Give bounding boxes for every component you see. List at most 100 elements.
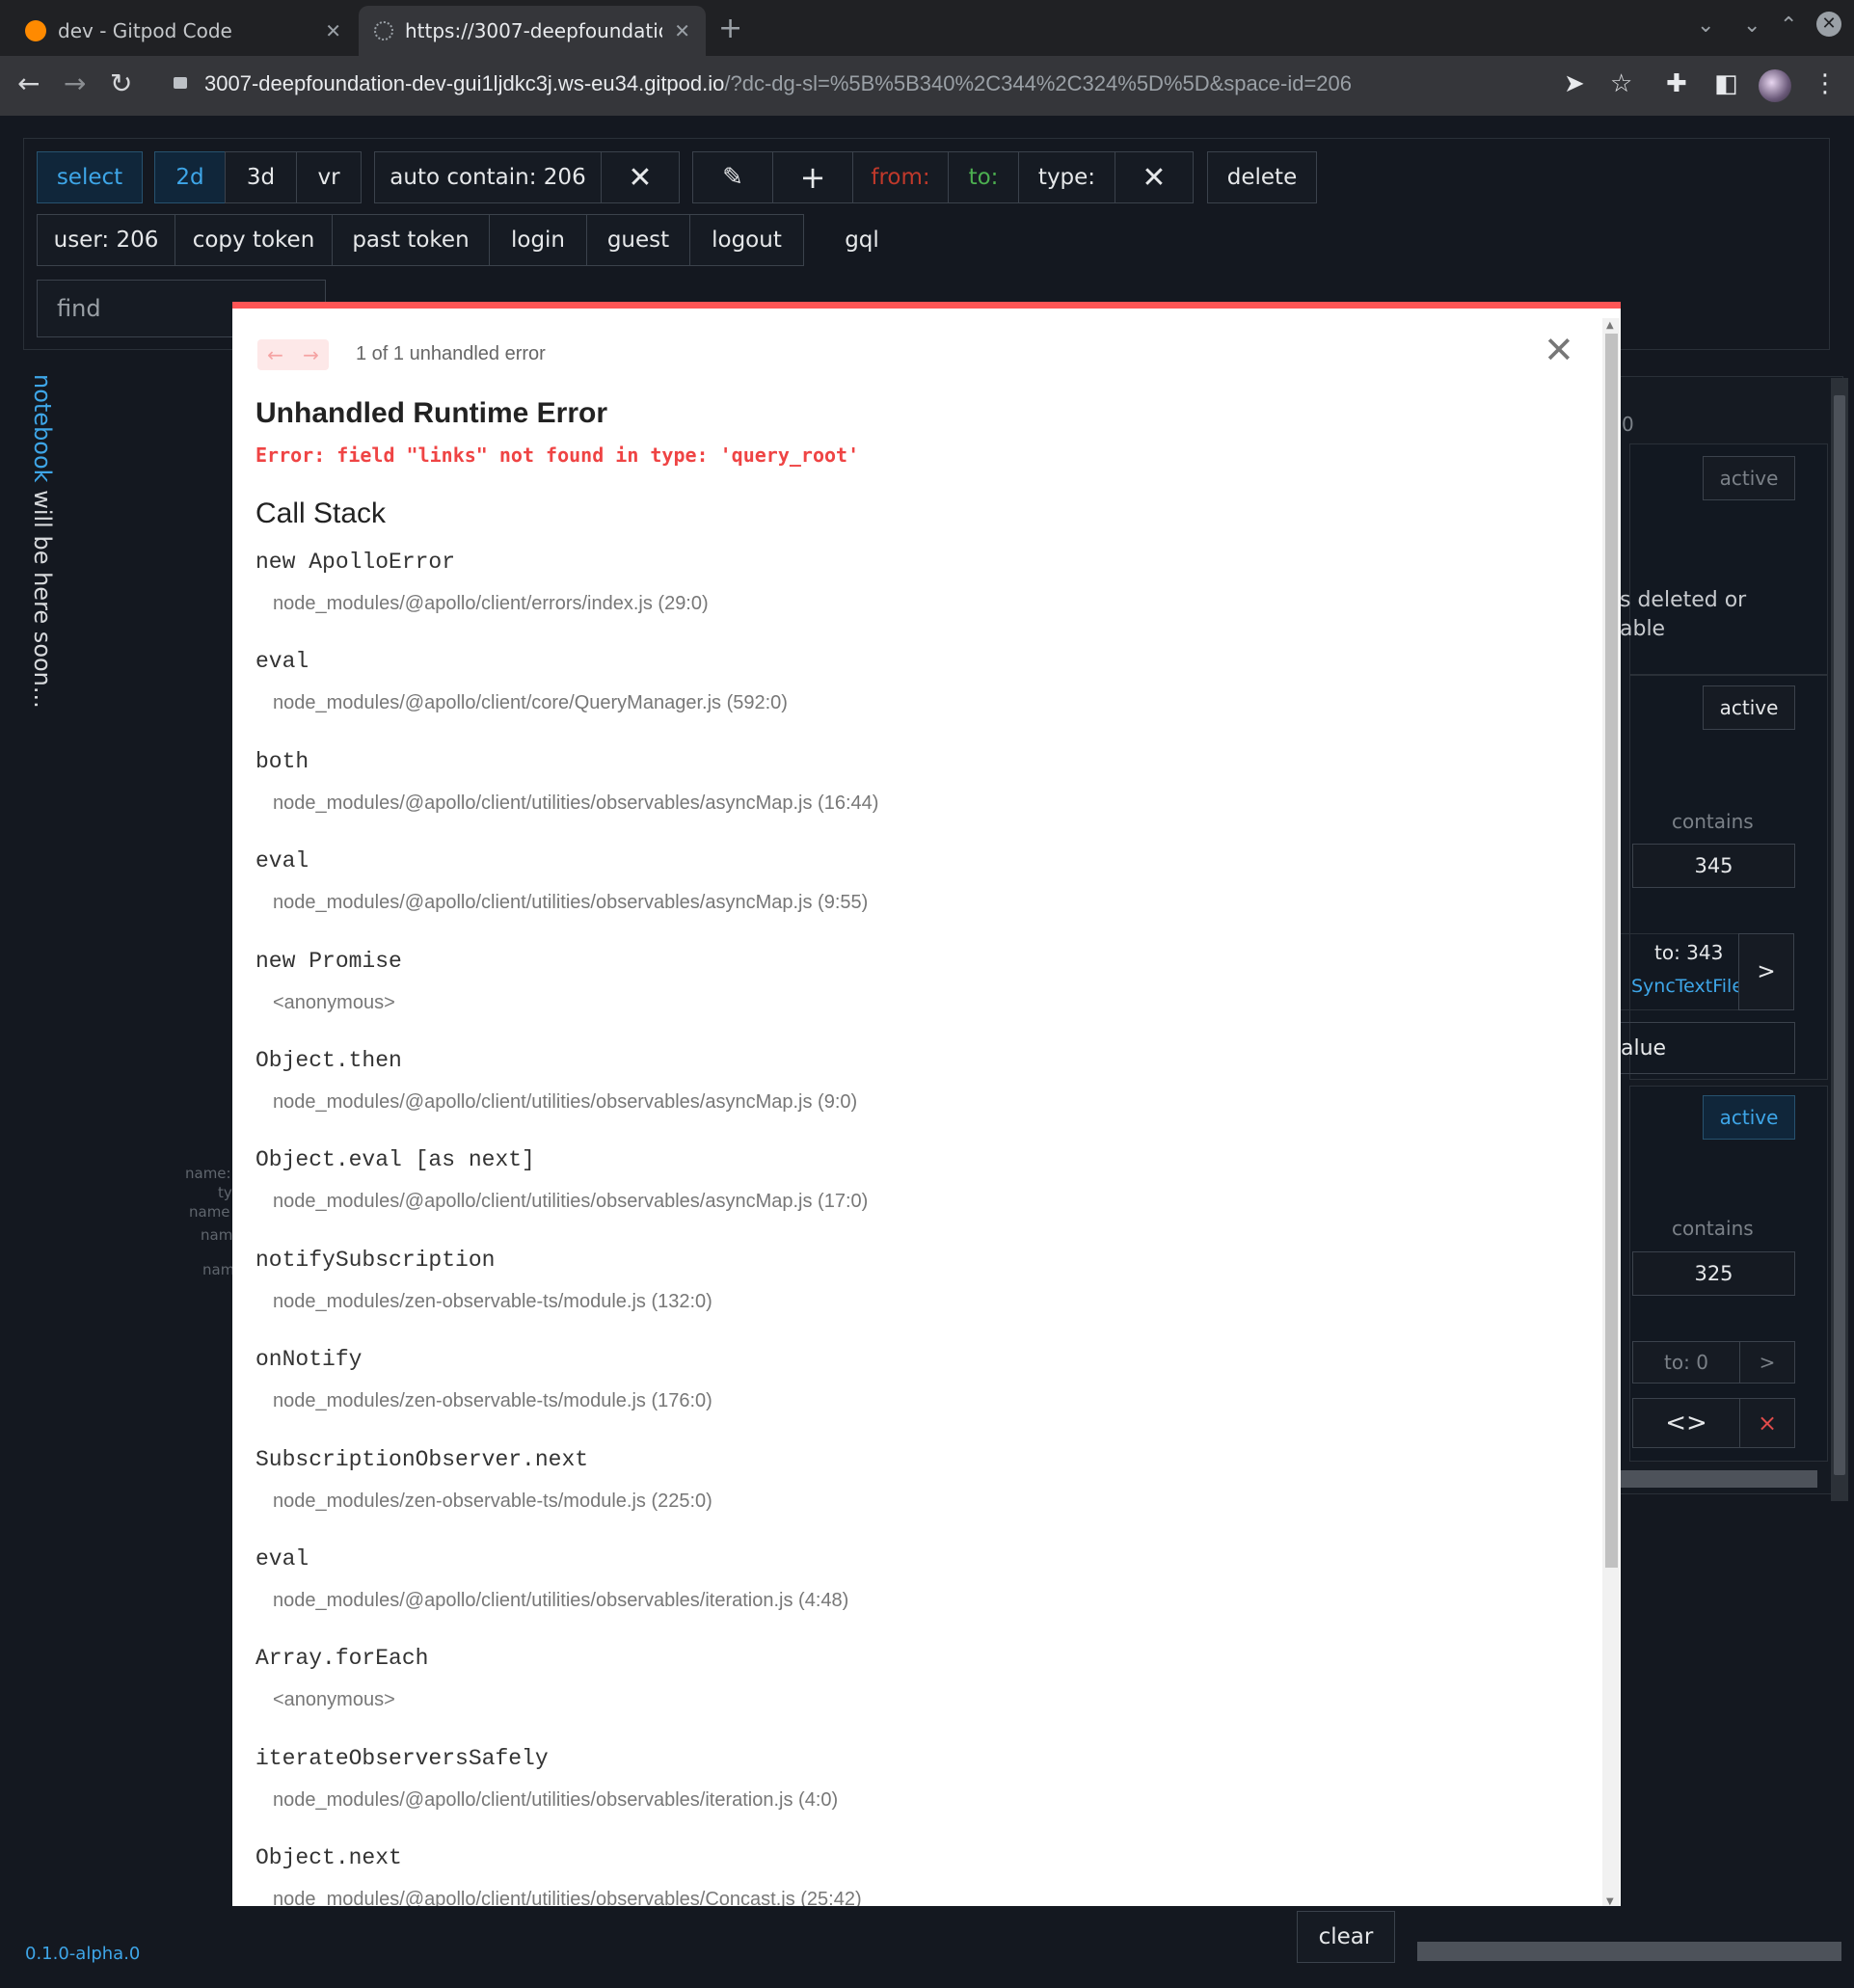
clear-link-icon[interactable]: ✕ [1115, 151, 1194, 203]
reload-icon[interactable]: ↻ [110, 67, 132, 99]
mode-3d-button[interactable]: 3d [225, 151, 297, 203]
send-icon[interactable]: ➤ [1564, 69, 1585, 98]
forward-icon[interactable]: → [64, 67, 86, 99]
stack-frame[interactable]: SubscriptionObserver.next node_modules/ze… [255, 1443, 1586, 1543]
frame-location: node_modules/@apollo/client/utilities/ob… [273, 1191, 869, 1213]
code-icon[interactable]: <> [1632, 1398, 1740, 1448]
stack-frame[interactable]: Array.forEach <anonymous> [255, 1642, 1586, 1741]
stack-frame[interactable]: Object.eval [as next] node_modules/@apoll… [255, 1143, 1586, 1243]
delete-button[interactable]: delete [1207, 151, 1317, 203]
stack-frame[interactable]: Object.then node_modules/@apollo/client/u… [255, 1044, 1586, 1143]
stack-frame[interactable]: eval node_modules/@apollo/client/utilitie… [255, 845, 1586, 944]
to-label: to: 343 [1654, 941, 1724, 964]
minimize-icon[interactable]: ⌄ [1743, 13, 1760, 38]
mode-2d-button[interactable]: 2d [154, 151, 226, 203]
stack-frame[interactable]: notifySubscription node_modules/zen-obser… [255, 1244, 1586, 1343]
graph-node-label: nam [201, 1226, 233, 1244]
add-icon[interactable]: + [772, 151, 853, 203]
gitpod-icon [25, 20, 46, 41]
open-link-button[interactable]: > [1738, 933, 1794, 1010]
bookmark-star-icon[interactable]: ☆ [1610, 69, 1632, 98]
tab-deepfoundation[interactable]: https://3007-deepfoundatior ✕ [359, 6, 706, 56]
logout-button[interactable]: logout [689, 214, 804, 266]
stack-frame[interactable]: Object.next node_modules/@apollo/client/u… [255, 1841, 1586, 1906]
lock-icon[interactable] [174, 77, 187, 89]
profile-avatar[interactable] [1759, 69, 1791, 102]
close-icon[interactable]: ✕ [1544, 332, 1574, 368]
frame-function: iterateObserversSafely [255, 1745, 549, 1771]
mode-vr-button[interactable]: vr [296, 151, 362, 203]
stack-frame[interactable]: both node_modules/@apollo/client/utilitie… [255, 745, 1586, 845]
url-path: /?dc-dg-sl=%5B%5B340%2C344%2C324%5D%5D&s… [724, 71, 1353, 95]
deleted-notice: s deleted or [1620, 588, 1747, 612]
stack-frame[interactable]: onNotify node_modules/zen-observable-ts/m… [255, 1343, 1586, 1442]
to-button[interactable]: to: [948, 151, 1019, 203]
frame-function: both [255, 748, 309, 774]
address-bar[interactable]: 3007-deepfoundation-dev-gui1ljdkc3j.ws-e… [204, 71, 1352, 96]
graph-node-label: name [189, 1203, 230, 1221]
scrollbar-thumb[interactable] [1605, 334, 1618, 1568]
from-button[interactable]: from: [852, 151, 949, 203]
contains-value[interactable]: 345 [1632, 844, 1795, 888]
overlay-scrollbar[interactable]: ▲ ▼ [1602, 318, 1620, 1906]
scrollbar-thumb[interactable] [1834, 395, 1845, 1475]
frame-location: node_modules/zen-observable-ts/module.js… [273, 1490, 712, 1512]
remove-button[interactable]: × [1739, 1398, 1795, 1448]
tab-search-icon[interactable]: ⌄ [1697, 13, 1714, 38]
stack-frame[interactable]: eval node_modules/@apollo/client/core/Que… [255, 645, 1586, 744]
active-button[interactable]: active [1703, 1095, 1795, 1140]
back-icon[interactable]: ← [17, 67, 40, 99]
more-menu-icon[interactable]: ⋮ [1813, 69, 1838, 98]
close-tab-icon[interactable]: ✕ [674, 19, 690, 42]
panel-vertical-scrollbar[interactable] [1831, 378, 1848, 1501]
error-count: 1 of 1 unhandled error [356, 343, 546, 364]
frame-location: node_modules/zen-observable-ts/module.js… [273, 1290, 712, 1312]
gql-button[interactable]: gql [825, 214, 899, 266]
graph-node-label: name: [185, 1165, 231, 1182]
version-label: 0.1.0-alpha.0 [25, 1944, 141, 1964]
graph-node-label: ty [218, 1184, 232, 1201]
clear-contain-icon[interactable]: ✕ [601, 151, 680, 203]
scroll-down-icon[interactable]: ▼ [1606, 1896, 1614, 1906]
guest-button[interactable]: guest [586, 214, 690, 266]
stack-frame[interactable]: iterateObserversSafely node_modules/@apol… [255, 1742, 1586, 1841]
frame-location: node_modules/@apollo/client/utilities/ob… [273, 1090, 858, 1113]
frame-function: notifySubscription [255, 1247, 496, 1273]
open-link-button[interactable]: > [1739, 1341, 1795, 1384]
prev-error-icon[interactable]: ← [267, 343, 283, 366]
frame-function: Array.forEach [255, 1646, 429, 1672]
next-error-icon[interactable]: → [303, 343, 319, 366]
stack-frame[interactable]: new Promise <anonymous> [255, 945, 1586, 1044]
active-button[interactable]: active [1703, 685, 1795, 730]
picker-icon[interactable]: ✎ [692, 151, 773, 203]
frame-function: eval [255, 1545, 309, 1572]
error-pagination[interactable]: ← → [257, 339, 329, 370]
scroll-up-icon[interactable]: ▲ [1606, 320, 1614, 331]
past-token-button[interactable]: past token [332, 214, 490, 266]
close-window-icon[interactable]: ✕ [1816, 12, 1841, 37]
tab-gitpod[interactable]: dev - Gitpod Code ✕ [10, 6, 357, 56]
bottom-horizontal-scrollbar[interactable] [1417, 1942, 1841, 1961]
maximize-icon[interactable]: ⌃ [1780, 13, 1797, 38]
extensions-icon[interactable]: ✚ [1666, 69, 1687, 98]
close-tab-icon[interactable]: ✕ [325, 19, 341, 42]
type-link[interactable]: SyncTextFile [1631, 976, 1743, 997]
select-button[interactable]: select [37, 151, 143, 203]
stack-frame[interactable]: eval node_modules/@apollo/client/utilitie… [255, 1543, 1586, 1642]
panel-horizontal-scrollbar[interactable] [1620, 1470, 1817, 1488]
login-button[interactable]: login [489, 214, 587, 266]
side-panel-icon[interactable]: ◧ [1714, 69, 1738, 98]
clear-button[interactable]: clear [1297, 1911, 1395, 1963]
error-overlay-dialog: ← → 1 of 1 unhandled error ✕ Unhandled R… [232, 302, 1621, 1906]
auto-contain-button[interactable]: auto contain: 206 [374, 151, 602, 203]
type-button[interactable]: type: [1018, 151, 1115, 203]
contains-value[interactable]: 325 [1632, 1251, 1795, 1296]
value-field[interactable]: alue [1620, 1022, 1795, 1074]
frame-function: new ApolloError [255, 550, 456, 575]
user-button[interactable]: user: 206 [37, 214, 175, 266]
copy-token-button[interactable]: copy token [175, 214, 333, 266]
new-tab-icon[interactable]: + [718, 12, 742, 45]
tab-title: dev - Gitpod Code [58, 19, 232, 42]
active-button[interactable]: active [1703, 456, 1795, 500]
stack-frame[interactable]: new ApolloError node_modules/@apollo/clie… [255, 546, 1586, 645]
